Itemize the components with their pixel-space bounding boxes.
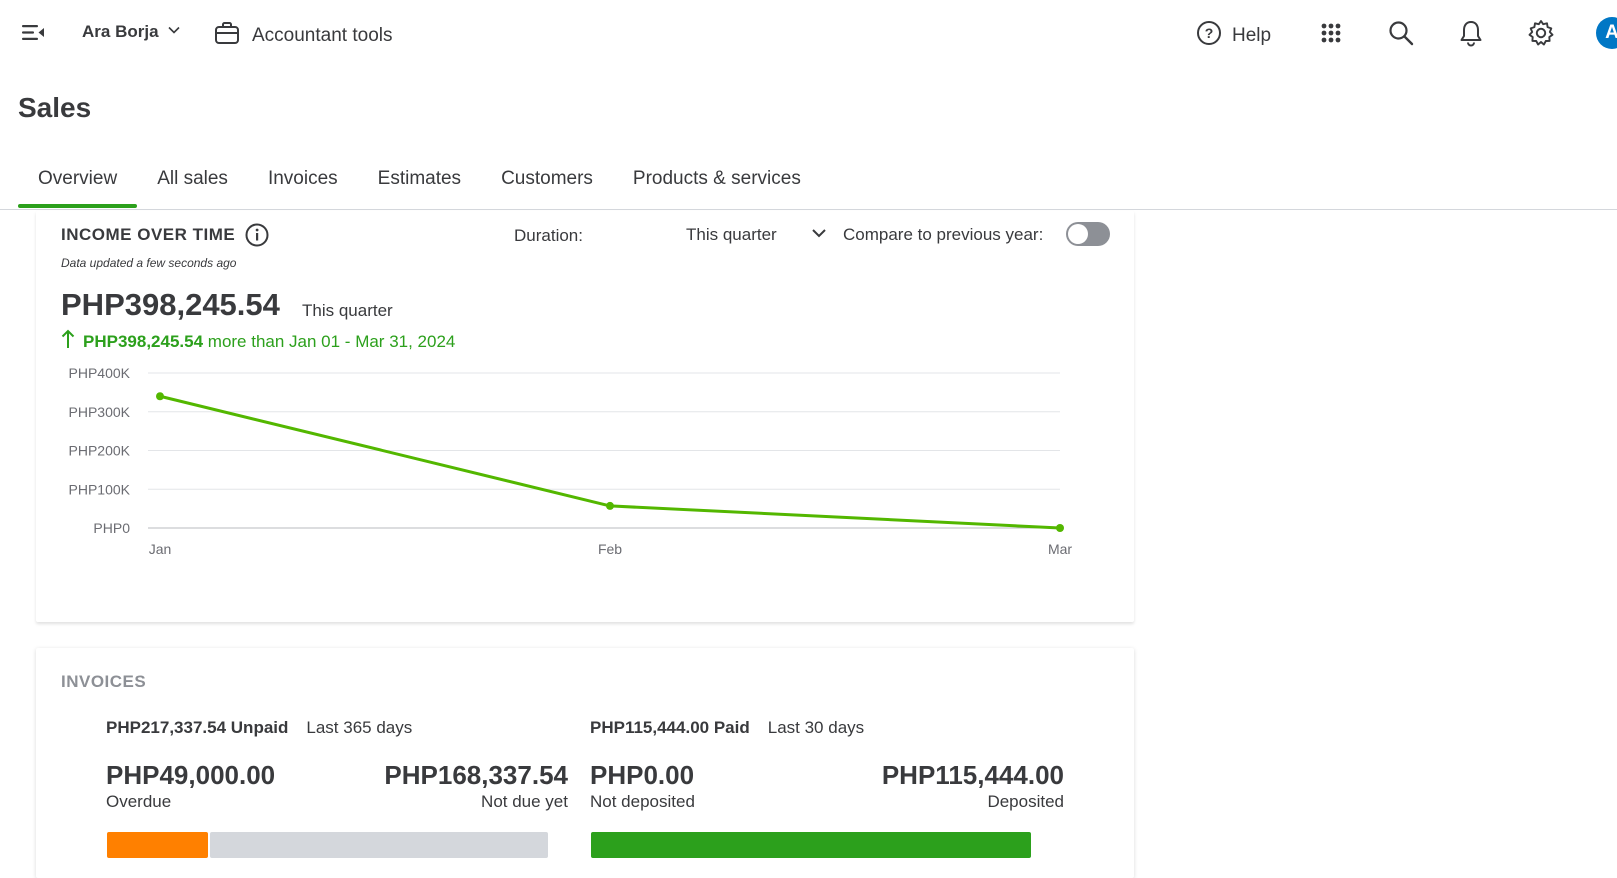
y-tick-label: PHP0 — [93, 520, 130, 536]
unpaid-range: Last 365 days — [306, 718, 413, 737]
not-due-label: Not due yet — [481, 792, 568, 811]
tab-products-services[interactable]: Products & services — [613, 160, 821, 208]
y-tick-label: PHP200K — [69, 443, 131, 459]
not-deposited-amount: PHP0.00 — [590, 760, 695, 790]
tab-overview[interactable]: Overview — [18, 160, 138, 208]
company-switcher[interactable]: Ara Borja — [82, 22, 181, 42]
paid-range: Last 30 days — [767, 718, 865, 737]
x-tick-label: Mar — [1048, 541, 1072, 557]
overdue-label: Overdue — [106, 792, 172, 811]
tab-estimates[interactable]: Estimates — [358, 160, 481, 208]
accountant-tools-label: Accountant tools — [252, 25, 393, 46]
y-tick-label: PHP400K — [69, 365, 131, 381]
data-point — [156, 392, 164, 401]
tab-all-sales[interactable]: All sales — [137, 160, 248, 208]
unpaid-header[interactable]: PHP217,337.54 Unpaid Last 365 days — [106, 718, 412, 738]
invoices-card: INVOICES PHP217,337.54 Unpaid Last 365 d… — [36, 648, 1134, 878]
unpaid-label: Unpaid — [230, 718, 289, 737]
data-point — [606, 501, 614, 510]
tab-invoices[interactable]: Invoices — [248, 160, 358, 208]
income-line-chart: PHP0 PHP100K PHP200K PHP300K PHP400K Jan Feb Ma… — [69, 365, 1073, 557]
income-over-time-card: INCOME OVER TIME Data updated a few seco… — [36, 211, 1134, 622]
accountant-tools-button[interactable]: Accountant tools — [214, 20, 392, 52]
bell-icon[interactable] — [1456, 18, 1486, 48]
x-tick-label: Feb — [598, 541, 622, 557]
avatar[interactable]: A — [1596, 17, 1617, 49]
tab-bar: Overview All sales Invoices Estimates Cu… — [18, 160, 821, 208]
menu-collapse-icon[interactable] — [20, 20, 46, 46]
deposited-amount: PHP115,444.00 — [881, 760, 1064, 790]
briefcase-icon — [214, 20, 240, 52]
not-deposited-label: Not deposited — [590, 792, 695, 811]
tab-customers[interactable]: Customers — [481, 160, 613, 208]
search-icon[interactable] — [1386, 18, 1416, 48]
y-tick-label: PHP100K — [69, 481, 131, 497]
invoices-title: INVOICES — [61, 672, 147, 691]
x-tick-label: Jan — [149, 541, 172, 557]
deposited-label: Deposited — [987, 792, 1064, 811]
not-due-amount: PHP168,337.54 — [384, 760, 568, 790]
data-point — [1056, 524, 1064, 532]
company-name: Ara Borja — [82, 22, 159, 41]
top-bar: Ara Borja Accountant tools ? Help A — [0, 0, 1617, 68]
overdue-bar[interactable] — [107, 832, 208, 858]
help-icon: ? — [1196, 20, 1222, 52]
help-button[interactable]: ? Help — [1196, 20, 1271, 52]
not-due-bar[interactable] — [210, 832, 548, 858]
paid-label: Paid — [713, 718, 750, 737]
page-title: Sales — [18, 92, 92, 123]
y-tick-label: PHP300K — [69, 404, 131, 420]
unpaid-amount: PHP217,337.54 — [106, 718, 227, 737]
chevron-down-icon — [167, 22, 181, 42]
overdue-amount: PHP49,000.00 — [106, 760, 276, 790]
tabs-divider — [0, 209, 1617, 210]
help-label: Help — [1232, 25, 1272, 46]
svg-text:?: ? — [1205, 25, 1214, 41]
gear-icon[interactable] — [1526, 18, 1556, 48]
paid-amount: PHP115,444.00 — [590, 718, 710, 737]
apps-grid-icon[interactable] — [1316, 18, 1346, 48]
deposited-bar[interactable] — [591, 832, 1031, 858]
paid-header[interactable]: PHP115,444.00 Paid Last 30 days — [590, 718, 864, 738]
